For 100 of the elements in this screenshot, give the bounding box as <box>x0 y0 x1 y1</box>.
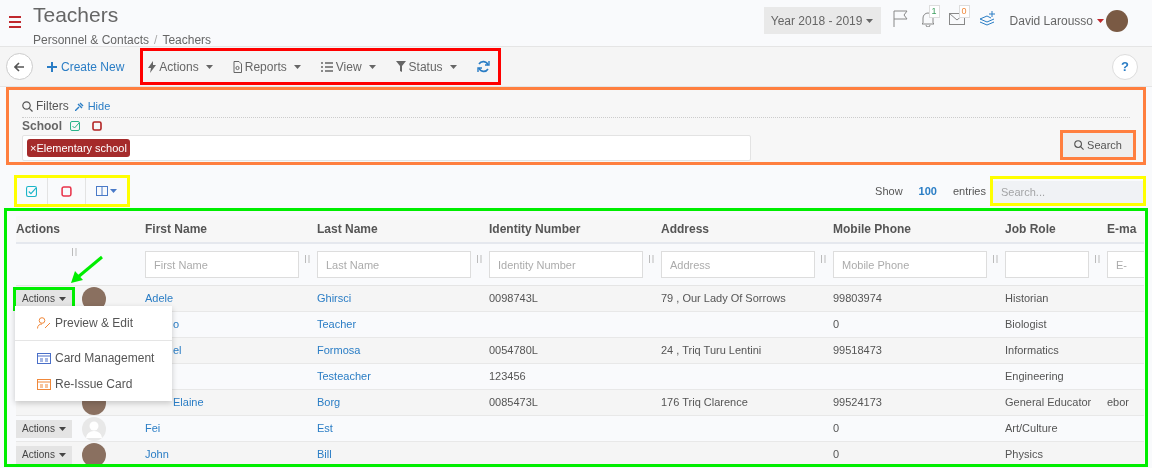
id-card-icon <box>37 352 51 364</box>
breadcrumb[interactable]: Personnel & Contacts <box>33 31 150 49</box>
reports-menu[interactable]: Reports <box>232 57 301 76</box>
caret-icon <box>109 189 117 193</box>
column-header[interactable]: Job Role <box>1005 222 1056 236</box>
entries-label: entries <box>952 183 986 199</box>
lightning-icon <box>148 60 157 73</box>
name-link[interactable]: Testeacher <box>317 370 371 383</box>
id-card-icon <box>37 378 51 390</box>
menu-item[interactable]: Card Management <box>15 345 172 371</box>
flag-icon[interactable] <box>892 10 909 27</box>
caret-icon <box>58 452 66 457</box>
page-size-select[interactable]: 100 <box>918 182 937 200</box>
view-menu[interactable]: View <box>320 57 376 76</box>
document-icon <box>232 60 242 73</box>
name-link[interactable]: Fei <box>145 422 161 435</box>
clear-all-icon[interactable] <box>92 121 102 131</box>
menu-item[interactable]: Preview & Edit <box>15 310 172 336</box>
school-tags-field[interactable]: ×Elementary school <box>22 135 751 161</box>
search-button[interactable]: Search <box>1063 133 1133 157</box>
name-link[interactable]: John <box>145 448 169 461</box>
columns-icon <box>95 186 108 196</box>
status-menu[interactable]: Status <box>395 57 457 76</box>
help-button[interactable]: ? <box>1112 53 1138 80</box>
filters-label: Filters <box>22 97 69 115</box>
refresh-icon[interactable] <box>476 60 490 73</box>
layers-plus-icon[interactable] <box>978 10 996 27</box>
column-filter-field[interactable]: First Name <box>145 251 299 278</box>
breadcrumb: Teachers <box>162 32 212 49</box>
sort-icon[interactable] <box>71 248 78 256</box>
envelope-icon[interactable] <box>948 13 965 25</box>
table-cell: ebor <box>1107 396 1130 409</box>
row-actions-button[interactable]: Actions <box>16 445 72 464</box>
table-cell: 99803974 <box>833 292 882 305</box>
column-header[interactable]: E-ma <box>1107 222 1137 236</box>
back-button[interactable] <box>6 53 33 80</box>
table-cell: 99524173 <box>833 396 882 409</box>
name-link[interactable]: Bill <box>317 448 332 461</box>
column-filter-field[interactable] <box>1005 251 1089 278</box>
year-dropdown[interactable]: Year 2018 - 2019 <box>763 7 881 34</box>
actions-menu[interactable]: Actions <box>148 57 213 76</box>
name-link[interactable]: Adele <box>145 292 174 305</box>
table-cell: 0 <box>833 422 840 435</box>
caret-icon <box>58 296 66 301</box>
table-cell: 176 Triq Clarence <box>661 396 748 409</box>
sort-icon[interactable] <box>476 255 483 263</box>
select-all-icon[interactable] <box>70 121 80 131</box>
name-link[interactable]: Formosa <box>317 344 361 357</box>
caret-icon <box>449 64 457 69</box>
list-icon <box>320 61 333 72</box>
sort-icon[interactable] <box>648 255 655 263</box>
name-link[interactable]: Est <box>317 422 333 435</box>
sort-icon[interactable] <box>304 255 311 263</box>
name-link[interactable]: Elaine <box>173 396 204 409</box>
table-search-field[interactable]: Search... <box>993 181 1143 203</box>
search-icon <box>22 100 33 112</box>
caret-icon <box>1097 19 1104 23</box>
column-filter-field[interactable]: Address <box>661 251 815 278</box>
menu-item[interactable]: Re-Issue Card <box>15 371 172 397</box>
checkbox-checked-icon <box>26 185 37 197</box>
name-link[interactable]: Ghirsci <box>317 292 352 305</box>
row-actions-button[interactable]: Actions <box>16 419 72 438</box>
name-link[interactable]: o <box>173 318 180 331</box>
table-cell: Historian <box>1005 292 1049 305</box>
column-header[interactable]: Last Name <box>317 222 378 236</box>
caret-icon <box>58 426 66 431</box>
table-cell: Biologist <box>1005 318 1047 331</box>
table-cell: 123456 <box>489 370 526 383</box>
menu-icon[interactable] <box>9 16 21 28</box>
sort-icon[interactable] <box>1094 255 1101 263</box>
column-header[interactable]: Actions <box>16 222 60 236</box>
school-tag[interactable]: ×Elementary school <box>27 138 130 158</box>
caret-icon <box>293 64 301 69</box>
column-header[interactable]: Identity Number <box>489 222 581 236</box>
filter-icon <box>395 61 406 72</box>
table-cell: 79 , Our Lady Of Sorrows <box>661 292 786 305</box>
column-header[interactable]: First Name <box>145 222 208 236</box>
pointer-arrow <box>70 255 104 284</box>
column-header[interactable]: Address <box>661 222 710 236</box>
column-filter-field[interactable]: Last Name <box>317 251 471 278</box>
sort-icon[interactable] <box>820 255 827 263</box>
column-filter-field[interactable]: Mobile Phone <box>833 251 987 278</box>
name-link[interactable]: Borg <box>317 396 341 409</box>
user-avatar[interactable] <box>1106 10 1128 32</box>
name-link[interactable]: Teacher <box>317 318 357 331</box>
table-cell: General Educator <box>1005 396 1092 409</box>
table-cell: 0054780L <box>489 344 538 357</box>
hide-filters-link[interactable]: Hide <box>74 97 111 115</box>
name-link[interactable]: el <box>173 344 182 357</box>
column-filter-field[interactable]: E- <box>1107 251 1144 278</box>
caret-icon <box>866 18 874 23</box>
column-filter-field[interactable]: Identity Number <box>489 251 643 278</box>
table-cell: 0098743L <box>489 292 538 305</box>
table-cell: 0085473L <box>489 396 538 409</box>
row-actions-button[interactable]: Actions <box>16 289 72 308</box>
user-menu[interactable]: David Larousso <box>1009 12 1104 30</box>
column-header[interactable]: Mobile Phone <box>833 222 911 236</box>
create-new-button[interactable]: Create New <box>47 57 125 76</box>
sort-icon[interactable] <box>992 255 999 263</box>
table-cell: 99518473 <box>833 344 882 357</box>
